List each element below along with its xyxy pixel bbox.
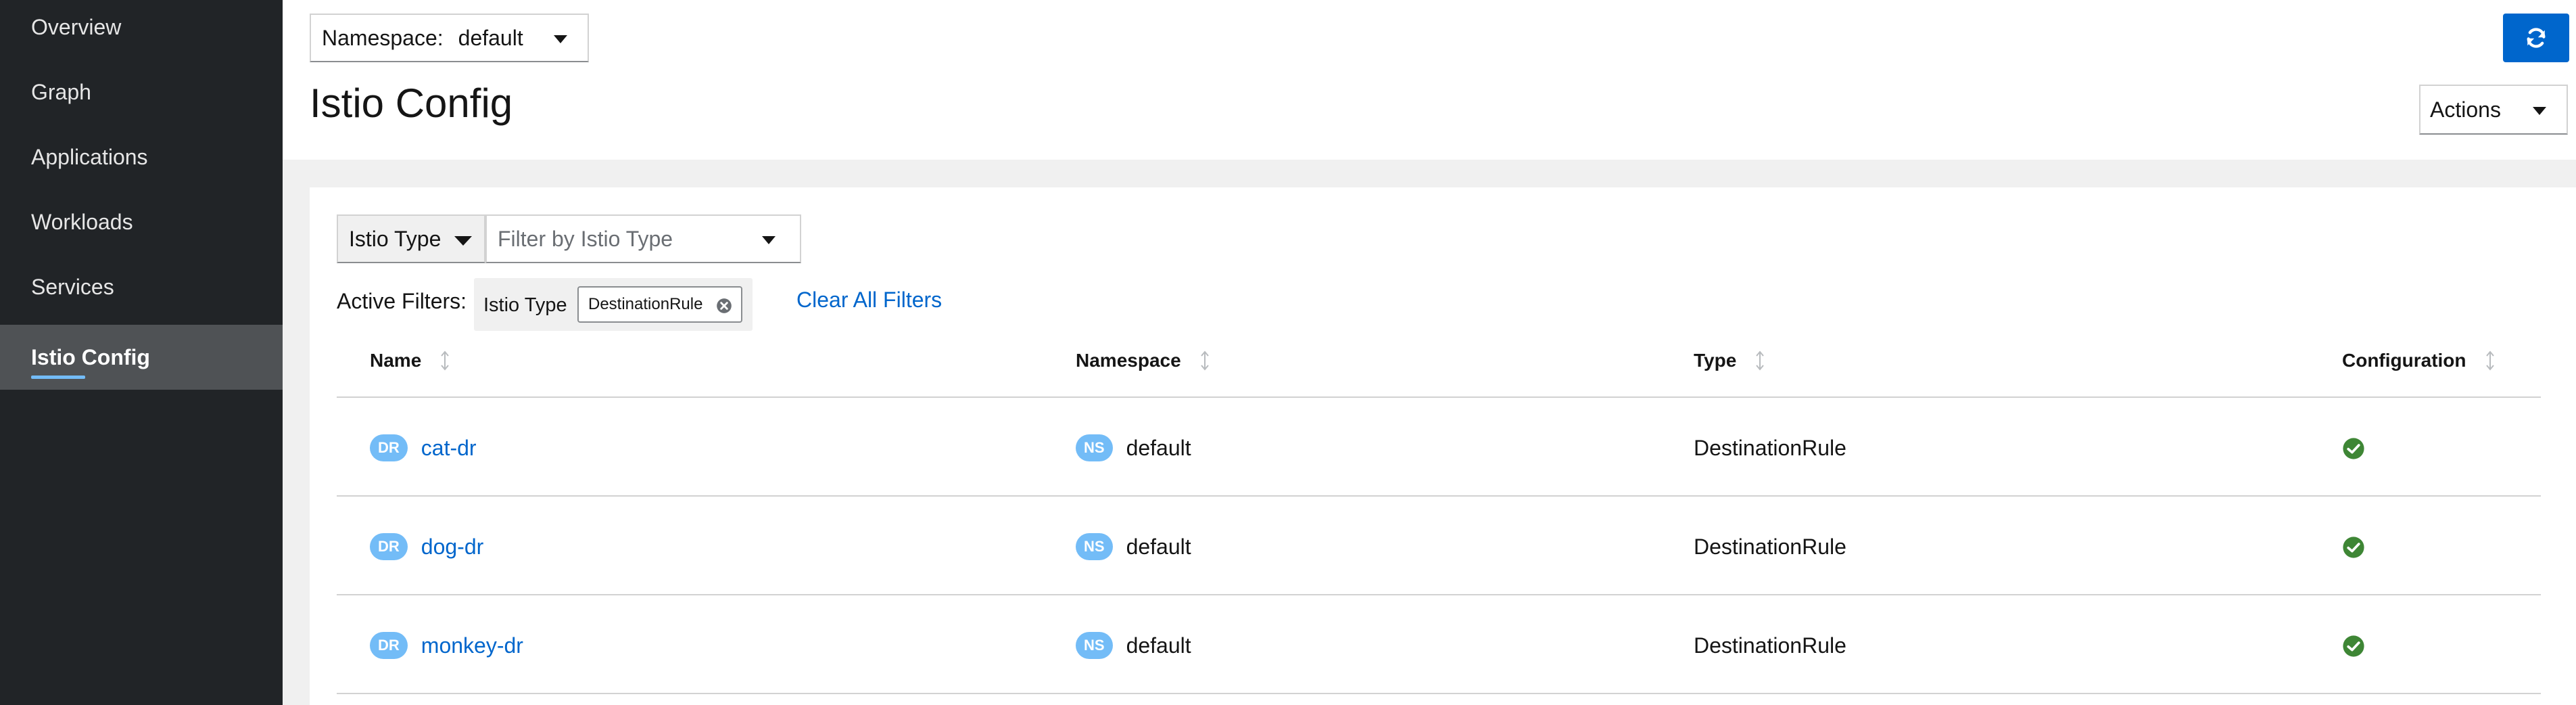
sidebar-item-label: Workloads — [31, 209, 133, 234]
check-circle-icon — [2343, 537, 2364, 558]
column-label: Name — [370, 350, 422, 371]
page-title: Istio Config — [310, 81, 513, 126]
dr-badge: DR — [370, 632, 408, 659]
sidebar-item-label: Applications — [31, 144, 148, 169]
column-header-configuration[interactable]: Configuration — [2342, 350, 2495, 371]
column-label: Configuration — [2342, 350, 2466, 371]
sort-icon — [2485, 350, 2494, 371]
filter-chip: DestinationRule — [577, 286, 742, 323]
ns-badge: NS — [1076, 434, 1113, 461]
config-name-link[interactable]: dog-dr — [421, 535, 484, 560]
sort-icon — [441, 350, 450, 371]
column-header-type[interactable]: Type — [1694, 350, 1765, 371]
sidebar-item-workloads[interactable]: Workloads — [0, 189, 283, 254]
ns-badge: NS — [1076, 533, 1113, 560]
column-header-namespace[interactable]: Namespace — [1076, 350, 1210, 371]
namespace-value: default — [458, 25, 523, 50]
table-divider — [337, 396, 2541, 398]
table-row-name: DR monkey-dr — [370, 629, 523, 662]
table-row-name: DR cat-dr — [370, 431, 477, 465]
sidebar-item-label: Services — [31, 274, 114, 299]
sidebar-item-istio-config[interactable]: Istio Config — [0, 325, 283, 390]
namespace-value: default — [1126, 435, 1191, 460]
sidebar-item-overview[interactable]: Overview — [0, 0, 283, 60]
table-row-name: DR dog-dr — [370, 530, 483, 564]
sidebar-item-label: Graph — [31, 79, 91, 104]
ns-badge: NS — [1076, 632, 1113, 659]
sidebar-item-applications[interactable]: Applications — [0, 124, 283, 189]
namespace-select[interactable]: Namespace: default — [310, 14, 589, 62]
filter-value-select[interactable]: Filter by Istio Type — [485, 214, 801, 263]
caret-down-icon — [554, 35, 567, 43]
actions-label: Actions — [2430, 97, 2501, 122]
table-divider — [337, 594, 2541, 595]
refresh-icon — [2527, 28, 2546, 48]
sort-icon — [1200, 350, 1209, 371]
actions-dropdown[interactable]: Actions — [2419, 85, 2568, 135]
sidebar-item-graph[interactable]: Graph — [0, 60, 283, 124]
table-row-type: DestinationRule — [1694, 534, 1846, 559]
table-row-namespace: NS default — [1076, 431, 1191, 465]
sidebar-item-label: Istio Config — [31, 344, 150, 369]
table-divider — [337, 495, 2541, 497]
refresh-button[interactable] — [2503, 14, 2569, 62]
active-indicator — [31, 376, 85, 379]
chip-category: Istio Type — [483, 294, 567, 316]
caret-down-icon — [2533, 107, 2546, 115]
filter-chip-group: Istio Type DestinationRule — [474, 278, 753, 331]
table-row-namespace: NS default — [1076, 530, 1191, 564]
table-divider — [337, 693, 2541, 694]
namespace-label: Namespace: — [322, 25, 444, 50]
namespace-value: default — [1126, 633, 1191, 658]
table-row-type: DestinationRule — [1694, 435, 1846, 460]
filter-placeholder: Filter by Istio Type — [498, 226, 673, 251]
sidebar: Overview Graph Applications Workloads Se… — [0, 0, 283, 705]
chip-label: DestinationRule — [588, 295, 703, 313]
close-circle-icon[interactable] — [715, 297, 733, 315]
config-name-link[interactable]: cat-dr — [421, 436, 477, 461]
column-label: Type — [1694, 350, 1737, 371]
istio-config-card: Istio Type Filter by Istio Type Active F… — [310, 187, 2576, 705]
table-row-type: DestinationRule — [1694, 633, 1846, 658]
sidebar-item-services[interactable]: Services — [0, 254, 283, 319]
column-header-name[interactable]: Name — [370, 350, 450, 371]
caret-down-icon — [454, 236, 472, 246]
sidebar-item-label: Overview — [31, 14, 122, 39]
config-name-link[interactable]: monkey-dr — [421, 633, 523, 658]
table-row-namespace: NS default — [1076, 629, 1191, 662]
column-label: Namespace — [1076, 350, 1181, 371]
check-circle-icon — [2343, 438, 2364, 459]
check-circle-icon — [2343, 635, 2364, 657]
filter-type-label: Istio Type — [349, 226, 442, 251]
dr-badge: DR — [370, 434, 408, 461]
caret-down-icon — [762, 236, 776, 244]
sort-icon — [1756, 350, 1765, 371]
clear-all-filters-link[interactable]: Clear All Filters — [796, 288, 942, 313]
dr-badge: DR — [370, 533, 408, 560]
page-header: Namespace: default Istio Config Actions — [283, 0, 2576, 160]
namespace-value: default — [1126, 534, 1191, 559]
filter-type-select[interactable]: Istio Type — [337, 214, 485, 263]
active-filters-label: Active Filters: — [337, 289, 467, 313]
